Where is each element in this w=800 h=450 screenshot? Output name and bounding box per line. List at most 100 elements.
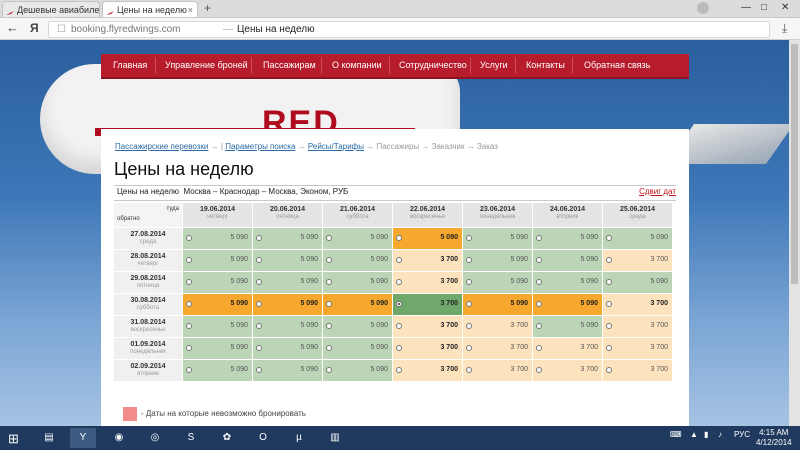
fare-radio-button[interactable] (326, 345, 332, 351)
network-icon[interactable]: ▮ (704, 430, 708, 439)
fare-radio-button[interactable] (466, 367, 472, 373)
menu-item-services[interactable]: Услуги (480, 54, 508, 77)
price-cell[interactable]: 5 090 (252, 315, 322, 337)
download-icon[interactable]: ⤓ (782, 21, 787, 36)
opera-icon[interactable]: O (250, 428, 276, 448)
menu-item-cooperation[interactable]: Сотрудничество (399, 54, 467, 77)
price-cell[interactable]: 5 090 (462, 227, 532, 249)
price-cell[interactable]: 5 090 (322, 359, 392, 381)
price-cell[interactable]: 3 700 (462, 359, 532, 381)
scrollbar-thumb[interactable] (791, 44, 798, 284)
fare-radio-button[interactable] (256, 235, 262, 241)
fare-radio-button[interactable] (186, 345, 192, 351)
fare-radio-button[interactable] (256, 345, 262, 351)
minimize-icon[interactable]: — (741, 1, 751, 15)
fare-radio-button[interactable] (186, 323, 192, 329)
price-cell[interactable]: 5 090 (252, 249, 322, 271)
price-cell[interactable]: 5 090 (182, 315, 252, 337)
price-cell[interactable]: 5 090 (252, 359, 322, 381)
fare-radio-button[interactable] (536, 345, 542, 351)
price-cell[interactable]: 3 700 (392, 337, 462, 359)
fare-radio-button[interactable] (536, 257, 542, 263)
price-cell[interactable]: 5 090 (532, 227, 602, 249)
fare-radio-button[interactable] (466, 345, 472, 351)
browser-tab-1[interactable]: Цены на неделю × (102, 1, 198, 17)
fare-radio-button[interactable] (326, 235, 332, 241)
fare-radio-button[interactable] (466, 301, 472, 307)
fare-radio-button[interactable] (606, 323, 612, 329)
fare-radio-button[interactable] (606, 345, 612, 351)
fare-radio-button[interactable] (606, 301, 612, 307)
fare-radio-button[interactable] (186, 257, 192, 263)
price-cell[interactable]: 5 090 (182, 227, 252, 249)
price-cell[interactable]: 5 090 (532, 293, 602, 315)
price-cell[interactable]: 5 090 (322, 315, 392, 337)
price-cell[interactable]: 5 090 (322, 249, 392, 271)
breadcrumb-step[interactable]: Параметры поиска (225, 142, 295, 151)
fare-radio-button[interactable] (466, 279, 472, 285)
price-cell[interactable]: 3 700 (392, 293, 462, 315)
price-cell[interactable]: 3 700 (602, 315, 672, 337)
fare-radio-button[interactable] (536, 301, 542, 307)
price-cell[interactable]: 5 090 (252, 293, 322, 315)
picasa-icon[interactable]: ✿ (214, 428, 240, 448)
fare-radio-button[interactable] (186, 301, 192, 307)
fare-radio-button[interactable] (396, 279, 402, 285)
price-cell[interactable]: 5 090 (532, 271, 602, 293)
fare-radio-button[interactable] (536, 323, 542, 329)
skype-icon[interactable]: S (178, 428, 204, 448)
menu-item-about[interactable]: О компании (332, 54, 382, 77)
price-cell[interactable]: 3 700 (392, 315, 462, 337)
yandex-logo-button[interactable]: Я (30, 21, 39, 35)
fare-radio-button[interactable] (536, 367, 542, 373)
fare-radio-button[interactable] (396, 345, 402, 351)
fare-radio-button[interactable] (606, 235, 612, 241)
price-cell[interactable]: 3 700 (602, 249, 672, 271)
price-cell[interactable]: 5 090 (252, 227, 322, 249)
page-scrollbar[interactable] (789, 40, 800, 426)
price-cell[interactable]: 5 090 (322, 337, 392, 359)
price-cell[interactable]: 5 090 (602, 227, 672, 249)
price-cell[interactable]: 5 090 (602, 271, 672, 293)
fare-radio-button[interactable] (606, 257, 612, 263)
maximize-icon[interactable]: □ (761, 1, 767, 15)
fare-radio-button[interactable] (256, 279, 262, 285)
price-cell[interactable]: 5 090 (532, 315, 602, 337)
price-cell[interactable]: 3 700 (392, 249, 462, 271)
eye-app-icon[interactable]: ◉ (106, 428, 132, 448)
yandex-browser-icon[interactable]: Y (70, 428, 96, 448)
price-cell[interactable]: 3 700 (602, 337, 672, 359)
menu-item-contacts[interactable]: Контакты (526, 54, 565, 77)
price-cell[interactable]: 3 700 (602, 359, 672, 381)
price-cell[interactable]: 3 700 (462, 337, 532, 359)
price-cell[interactable]: 5 090 (462, 293, 532, 315)
menu-item-feedback[interactable]: Обратная связь (584, 54, 650, 77)
price-cell[interactable]: 5 090 (252, 337, 322, 359)
windows-start-icon[interactable]: ⊞ (8, 431, 19, 447)
price-cell[interactable]: 5 090 (182, 293, 252, 315)
price-cell[interactable]: 5 090 (182, 337, 252, 359)
fare-radio-button[interactable] (326, 301, 332, 307)
archive-icon[interactable]: ▥ (322, 428, 348, 448)
price-cell[interactable]: 5 090 (532, 249, 602, 271)
price-cell[interactable]: 3 700 (602, 293, 672, 315)
fare-radio-button[interactable] (256, 367, 262, 373)
back-arrow-icon[interactable]: ← (6, 20, 19, 35)
price-cell[interactable]: 5 090 (462, 249, 532, 271)
fare-radio-button[interactable] (396, 235, 402, 241)
fare-radio-button[interactable] (466, 323, 472, 329)
system-clock[interactable]: 4:15 AM 4/12/2014 (756, 428, 792, 448)
new-tab-button[interactable]: + (204, 0, 211, 17)
fare-radio-button[interactable] (326, 257, 332, 263)
shift-dates-link[interactable]: Сдвиг дат (639, 187, 676, 196)
fare-radio-button[interactable] (326, 367, 332, 373)
price-cell[interactable]: 5 090 (322, 271, 392, 293)
fare-radio-button[interactable] (396, 323, 402, 329)
price-cell[interactable]: 5 090 (182, 359, 252, 381)
price-cell[interactable]: 3 700 (532, 359, 602, 381)
fare-radio-button[interactable] (186, 235, 192, 241)
fare-radio-button[interactable] (396, 257, 402, 263)
fare-radio-button[interactable] (186, 367, 192, 373)
price-cell[interactable]: 5 090 (392, 227, 462, 249)
price-cell[interactable]: 5 090 (322, 293, 392, 315)
